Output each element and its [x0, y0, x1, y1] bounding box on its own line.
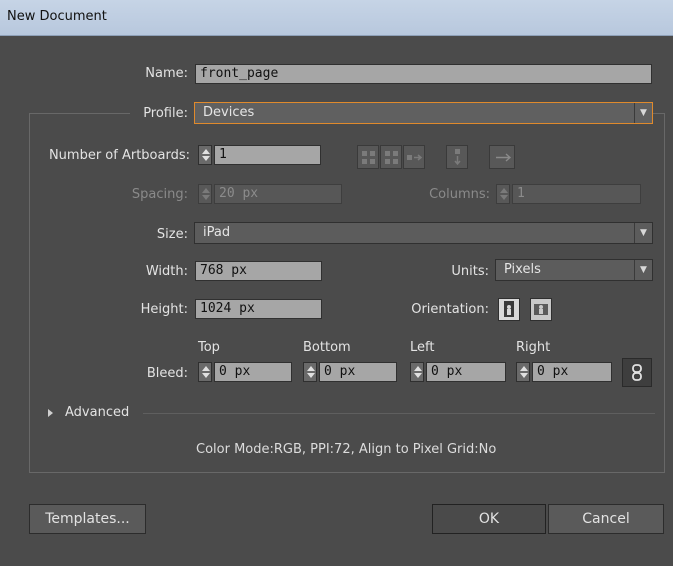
size-dropdown[interactable]: iPad ▼ — [194, 222, 653, 244]
chain-link-icon[interactable] — [622, 358, 652, 387]
profile-dropdown[interactable]: Devices ▼ — [194, 102, 653, 124]
bleed-bottom-input[interactable]: 0 px — [319, 362, 397, 382]
units-label: Units: — [451, 264, 489, 279]
chevron-down-icon: ▼ — [634, 223, 652, 243]
bleed-top-label: Top — [198, 340, 220, 355]
chevron-down-icon: ▼ — [634, 103, 652, 123]
advanced-divider — [143, 413, 655, 414]
bleed-top-input[interactable]: 0 px — [214, 362, 292, 382]
templates-button[interactable]: Templates... — [29, 504, 146, 534]
disclosure-triangle-icon[interactable] — [48, 409, 53, 417]
profile-value: Devices — [203, 105, 255, 120]
spacing-input[interactable]: 20 px — [214, 184, 342, 204]
bleed-top-stepper[interactable] — [198, 362, 212, 382]
portrait-icon[interactable] — [498, 298, 520, 321]
height-label: Height: — [140, 302, 188, 317]
group-border-left — [29, 113, 30, 473]
advanced-toggle[interactable]: Advanced — [65, 405, 129, 420]
bleed-left-label: Left — [410, 340, 435, 355]
size-label: Size: — [156, 227, 188, 242]
new-document-dialog: New Document Name: front_page Profile: D… — [0, 0, 673, 566]
height-input[interactable]: 1024 px — [195, 299, 322, 319]
bleed-left-stepper[interactable] — [410, 362, 424, 382]
bleed-label: Bleed: — [146, 366, 188, 381]
chevron-down-icon: ▼ — [634, 260, 652, 280]
units-value: Pixels — [504, 262, 541, 277]
window-title: New Document — [7, 9, 107, 24]
bleed-right-label: Right — [516, 340, 551, 355]
grid-by-row-icon[interactable] — [357, 145, 379, 169]
name-input[interactable]: front_page — [195, 64, 652, 84]
spacing-stepper[interactable] — [198, 184, 212, 204]
name-label: Name: — [145, 66, 188, 81]
grid-by-column-icon[interactable] — [380, 145, 402, 169]
cancel-button[interactable]: Cancel — [548, 504, 664, 534]
right-to-left-icon[interactable] — [489, 145, 515, 169]
bleed-right-stepper[interactable] — [516, 362, 530, 382]
orientation-label: Orientation: — [411, 302, 489, 317]
columns-input[interactable]: 1 — [512, 184, 641, 204]
arrange-by-column-icon[interactable] — [446, 145, 468, 169]
document-summary: Color Mode:RGB, PPI:72, Align to Pixel G… — [196, 442, 497, 457]
arrange-by-row-icon[interactable] — [403, 145, 425, 169]
title-bar: New Document — [0, 0, 673, 36]
bleed-right-input[interactable]: 0 px — [532, 362, 612, 382]
landscape-icon[interactable] — [530, 298, 552, 321]
bleed-bottom-label: Bottom — [303, 340, 351, 355]
units-dropdown[interactable]: Pixels ▼ — [495, 259, 653, 281]
artboards-label: Number of Artboards: — [48, 148, 190, 163]
width-label: Width: — [145, 264, 188, 279]
bleed-left-input[interactable]: 0 px — [426, 362, 506, 382]
artboards-stepper[interactable] — [198, 145, 212, 165]
width-input[interactable]: 768 px — [195, 261, 322, 281]
columns-label: Columns: — [429, 187, 490, 202]
size-value: iPad — [203, 225, 231, 240]
group-border-right — [664, 113, 665, 473]
group-border-bottom — [29, 472, 665, 473]
profile-label: Profile: — [143, 106, 188, 121]
artboards-input[interactable]: 1 — [214, 145, 321, 165]
bleed-bottom-stepper[interactable] — [303, 362, 317, 382]
spacing-label: Spacing: — [131, 187, 188, 202]
ok-button[interactable]: OK — [432, 504, 546, 534]
columns-stepper[interactable] — [496, 184, 510, 204]
